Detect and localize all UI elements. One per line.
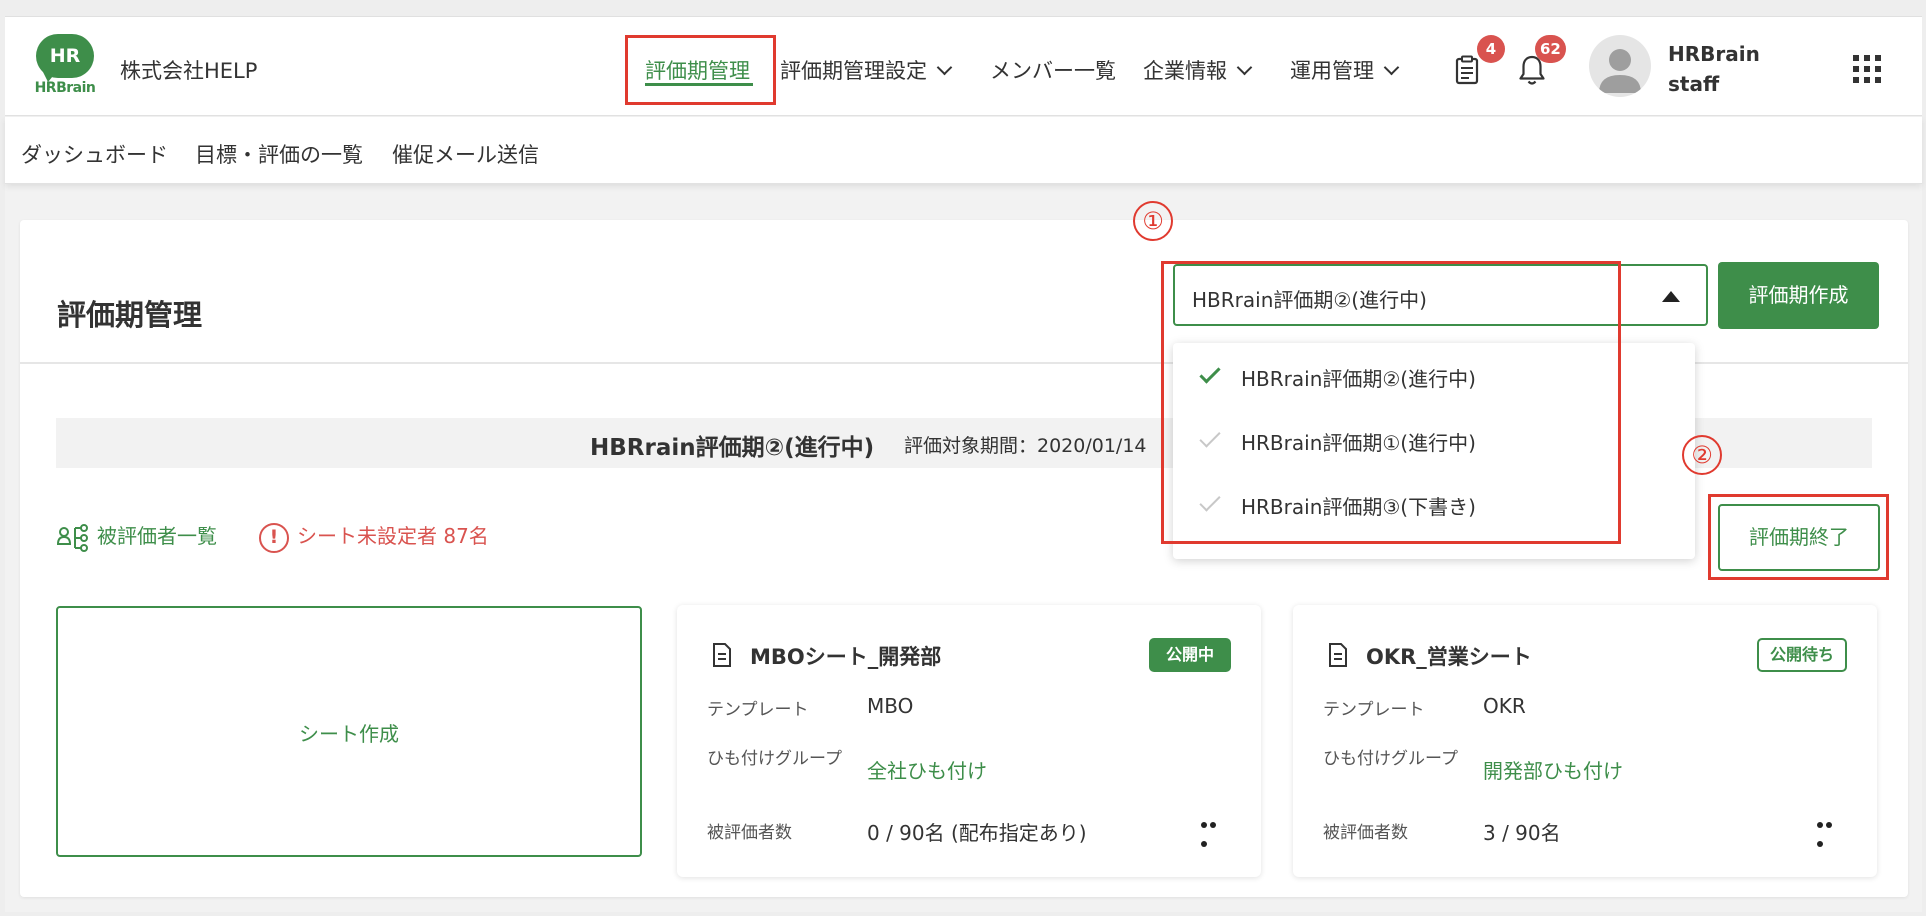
user-name[interactable]: HRBrain staff xyxy=(1668,39,1760,99)
annotation-highlight-nav xyxy=(625,35,776,105)
nav-company-info[interactable]: 企業情報 xyxy=(1143,55,1253,85)
hrbrain-logo[interactable]: HR HRBrain xyxy=(32,34,98,98)
evaluee-count-label: 被評価者数 xyxy=(1323,823,1408,843)
user-avatar[interactable] xyxy=(1589,35,1651,97)
evaluee-count-label: 被評価者数 xyxy=(707,823,792,843)
template-value: MBO xyxy=(867,694,914,718)
more-options-icon[interactable] xyxy=(1201,813,1227,847)
document-icon xyxy=(713,643,731,667)
annotation-highlight-dropdown xyxy=(1161,261,1621,544)
subnav-goals-list[interactable]: 目標・評価の一覧 xyxy=(195,139,363,169)
status-badge: 公開中 xyxy=(1148,638,1231,672)
page-title: 評価期管理 xyxy=(57,298,203,332)
period-range: 評価対象期間：2020/01/14 xyxy=(904,435,1147,457)
chevron-down-icon xyxy=(1383,59,1400,76)
people-tree-icon xyxy=(56,523,88,552)
status-badge: 公開待ち xyxy=(1756,638,1847,672)
group-label: ひも付けグループ xyxy=(707,749,842,769)
annotation-marker-2: ② xyxy=(1682,435,1722,475)
chevron-down-icon xyxy=(1236,59,1253,76)
annotation-highlight-end-button xyxy=(1708,494,1889,580)
more-options-icon[interactable] xyxy=(1817,813,1843,847)
company-name: 株式会社HELP xyxy=(120,59,258,83)
app-window: HR HRBrain 株式会社HELP 評価期管理 評価期管理設定 メンバー一覧… xyxy=(5,16,1922,912)
sub-navigation: ダッシュボード 目標・評価の一覧 催促メール送信 xyxy=(5,117,1922,184)
sheet-title: OKR_営業シート xyxy=(1366,645,1532,669)
alert-icon: ! xyxy=(259,522,289,553)
top-header: HR HRBrain 株式会社HELP 評価期管理 評価期管理設定 メンバー一覧… xyxy=(5,17,1922,116)
group-label: ひも付けグループ xyxy=(1323,749,1458,769)
create-period-button[interactable]: 評価期作成 xyxy=(1718,262,1879,329)
sheet-card-mbo[interactable]: MBOシート_開発部 公開中 テンプレート MBO ひも付けグループ 全社ひも付… xyxy=(677,605,1261,877)
evaluee-count-value: 3 / 90名 xyxy=(1483,821,1561,845)
period-name: HBRrain評価期②(進行中) xyxy=(590,435,875,461)
app-grid-icon[interactable] xyxy=(1853,55,1881,83)
create-sheet-button[interactable]: シート作成 xyxy=(56,606,642,857)
logo-text: HRBrain xyxy=(34,80,96,96)
template-value: OKR xyxy=(1483,694,1526,718)
template-label: テンプレート xyxy=(1323,700,1425,720)
group-link[interactable]: 開発部ひも付け xyxy=(1483,755,1623,784)
subnav-dashboard[interactable]: ダッシュボード xyxy=(21,139,168,169)
group-link[interactable]: 全社ひも付け xyxy=(867,755,987,784)
nav-operations[interactable]: 運用管理 xyxy=(1290,55,1400,85)
evaluee-count-value: 0 / 90名 (配布指定あり) xyxy=(867,821,1087,845)
template-label: テンプレート xyxy=(707,700,809,720)
sheet-card-okr[interactable]: OKR_営業シート 公開待ち テンプレート OKR ひも付けグループ 開発部ひも… xyxy=(1293,605,1877,877)
caret-up-icon xyxy=(1662,291,1680,302)
annotation-marker-1: ① xyxy=(1133,201,1173,241)
notifications-badge: 62 xyxy=(1535,35,1566,63)
evaluees-list-link[interactable]: 被評価者一覧 xyxy=(56,520,217,552)
subnav-reminder-mail[interactable]: 催促メール送信 xyxy=(392,139,539,169)
nav-evaluation-settings[interactable]: 評価期管理設定 xyxy=(780,55,953,85)
tasks-badge: 4 xyxy=(1477,35,1505,63)
sheet-title: MBOシート_開発部 xyxy=(750,645,942,669)
clipboard-icon[interactable] xyxy=(1455,55,1479,85)
chevron-down-icon xyxy=(936,59,953,76)
document-icon xyxy=(1329,643,1347,667)
unassigned-warning[interactable]: ! シート未設定者 87名 xyxy=(259,520,489,553)
nav-member-list[interactable]: メンバー一覧 xyxy=(990,55,1116,85)
